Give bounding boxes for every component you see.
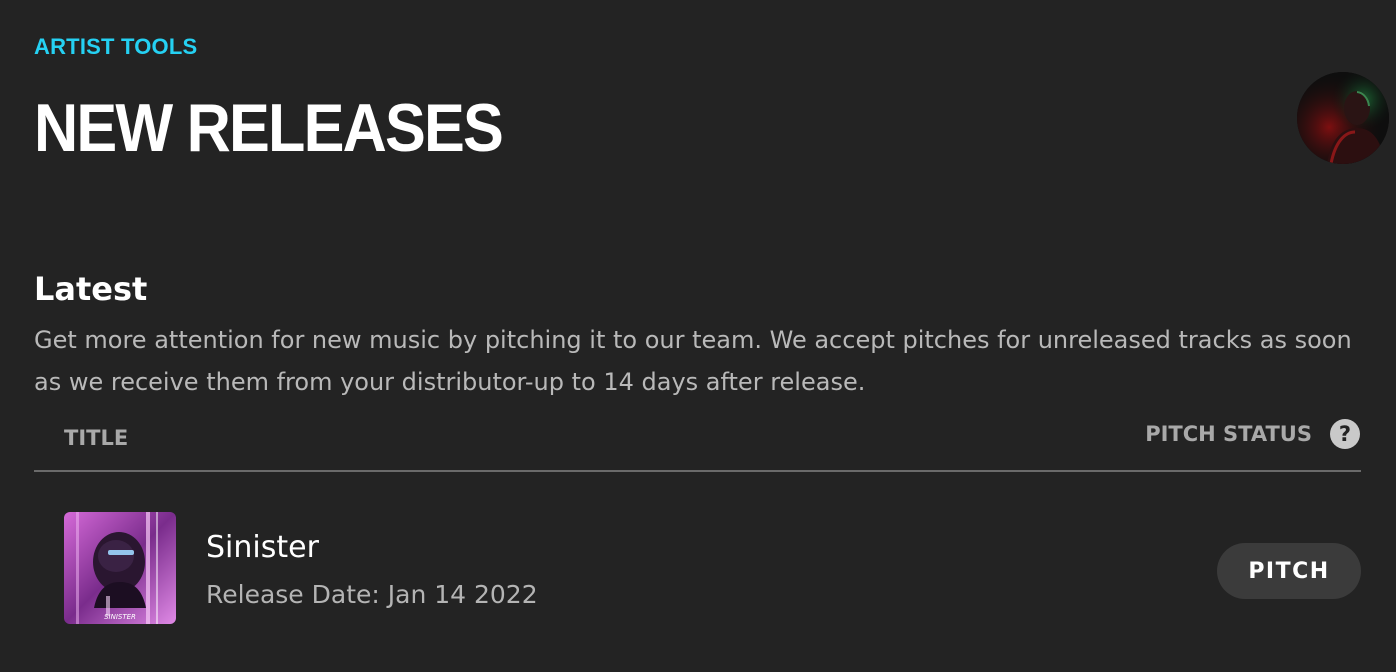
column-header-title: TITLE [64, 426, 129, 450]
album-art[interactable]: SINISTER [64, 512, 176, 624]
table-divider [34, 470, 1361, 472]
page-title: NEW RELEASES [34, 90, 504, 166]
help-icon[interactable]: ? [1330, 419, 1360, 449]
album-art-text: SINISTER [104, 613, 136, 621]
pitch-button[interactable]: PITCH [1217, 543, 1361, 599]
new-releases-page: ARTIST TOOLS NEW RELEASES Latest Get mor… [0, 0, 1396, 672]
latest-section-title: Latest [34, 270, 148, 308]
artist-tools-label: ARTIST TOOLS [34, 34, 198, 59]
track-title[interactable]: Sinister [206, 530, 319, 565]
table-row: SINISTER Sinister Release Date: Jan 14 2… [34, 500, 1361, 636]
track-release-date: Release Date: Jan 14 2022 [206, 580, 538, 609]
column-header-pitch-status: PITCH STATUS [1145, 422, 1312, 446]
user-avatar[interactable] [1297, 72, 1389, 164]
latest-section-description: Get more attention for new music by pitc… [34, 326, 1352, 396]
avatar-image [1297, 72, 1389, 164]
